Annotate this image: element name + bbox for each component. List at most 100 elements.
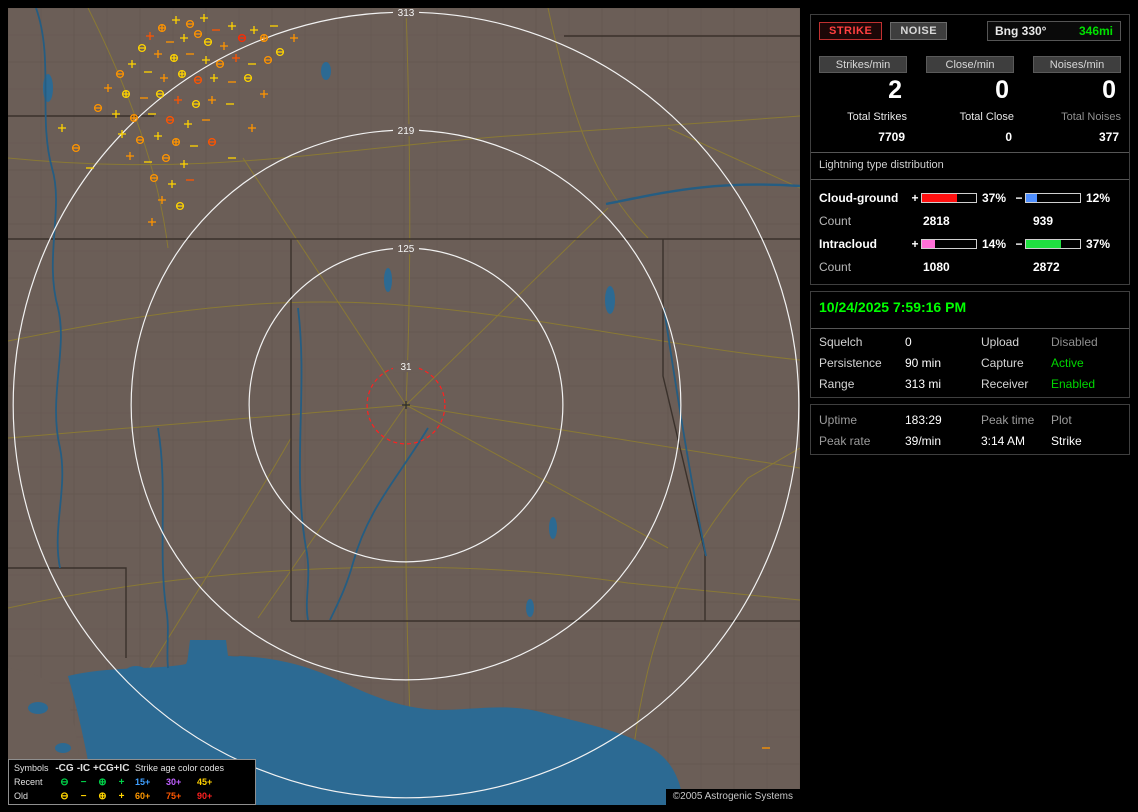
ic-positive-bar-fill: [922, 240, 935, 248]
age-code: 75+: [166, 791, 197, 801]
ic-positive-pct: 14%: [977, 237, 1013, 251]
legend-header-pic: +IC: [112, 763, 131, 774]
strike-marker-cplus: [173, 139, 180, 146]
strikes-per-min-button[interactable]: Strikes/min: [819, 56, 907, 73]
mode-row: STRIKE NOISE Bng 330° 346mi: [819, 21, 1121, 41]
close-column: Close/min 0 Total Close 0: [926, 56, 1014, 144]
plot-value: Strike: [1051, 434, 1121, 448]
legend-strike-symbol: ⊕: [93, 777, 112, 788]
cloud-ground-label: Cloud-ground: [819, 191, 909, 205]
capture-value: Active: [1051, 356, 1121, 370]
plus-sign: +: [909, 191, 921, 205]
strike-marker-cplus: [261, 35, 268, 42]
strike-mode-button[interactable]: STRIKE: [819, 22, 882, 40]
age-codes: 60+75+90+: [131, 791, 253, 801]
divider: [811, 179, 1129, 180]
cg-negative-bar-fill: [1026, 194, 1037, 202]
cg-positive-count: 2818: [909, 214, 1021, 228]
session-stats-panel: Uptime 183:29 Peak time Plot Peak rate 3…: [810, 404, 1130, 455]
legend-header-pcg: +CG: [93, 763, 112, 774]
bearing-box: Bng 330° 346mi: [987, 21, 1121, 41]
ic-negative-pct: 37%: [1081, 237, 1117, 251]
legend-header-row: Symbols -CG -IC +CG +IC Strike age color…: [11, 761, 253, 775]
cg-negative-count: 939: [1021, 214, 1053, 228]
upload-value: Disabled: [1051, 335, 1121, 349]
total-strikes-label: Total Strikes: [819, 111, 907, 123]
session-grid: Uptime 183:29 Peak time Plot Peak rate 3…: [819, 413, 1121, 448]
age-code: 60+: [135, 791, 166, 801]
strikes-per-min-value: 2: [819, 76, 907, 108]
cg-positive-pct: 37%: [977, 191, 1013, 205]
strike-marker-cplus: [171, 55, 178, 62]
legend-strike-symbol: ⊕: [93, 791, 112, 802]
uptime-value: 183:29: [905, 413, 981, 427]
cloud-ground-row: Cloud-ground + 37% − 12%: [819, 186, 1121, 210]
receiver-status-panel: 10/24/2025 7:59:16 PM Squelch 0 Upload D…: [810, 291, 1130, 398]
noises-per-min-button[interactable]: Noises/min: [1033, 56, 1121, 73]
divider: [811, 152, 1129, 153]
map-legend: Symbols -CG -IC +CG +IC Strike age color…: [8, 759, 256, 805]
strike-marker-cplus: [123, 91, 130, 98]
legend-row-old: Old⊖−⊕+60+75+90+: [11, 789, 253, 803]
total-strikes-value: 7709: [819, 130, 907, 144]
cg-positive-bar: [921, 193, 977, 203]
age-codes: 15+30+45+: [131, 777, 253, 787]
cg-negative-bar: [1025, 193, 1081, 203]
count-label: Count: [819, 260, 909, 274]
intracloud-label: Intracloud: [819, 237, 909, 251]
noise-mode-button[interactable]: NOISE: [890, 22, 947, 40]
age-code: 15+: [135, 777, 166, 787]
sidebar: STRIKE NOISE Bng 330° 346mi Strikes/min …: [810, 14, 1130, 461]
close-per-min-value: 0: [926, 76, 1014, 108]
uptime-label: Uptime: [819, 413, 905, 427]
cg-negative-pct: 12%: [1081, 191, 1117, 205]
intracloud-row: Intracloud + 14% − 37%: [819, 232, 1121, 256]
ic-negative-bar: [1025, 239, 1081, 249]
peak-rate-value: 39/min: [905, 434, 981, 448]
legend-header-ncg: -CG: [55, 763, 74, 774]
legend-header-symbols: Symbols: [11, 763, 55, 773]
bearing-label: Bng 330°: [995, 24, 1046, 38]
legend-age-title: Strike age color codes: [131, 763, 253, 773]
strike-marker-cplus: [131, 115, 138, 122]
persistence-value: 90 min: [905, 356, 981, 370]
ic-negative-count: 2872: [1021, 260, 1060, 274]
ring-label: 219: [398, 126, 415, 137]
count-label: Count: [819, 214, 909, 228]
ic-positive-count: 1080: [909, 260, 1021, 274]
legend-header-nic: -IC: [74, 763, 93, 774]
total-close-value: 0: [926, 130, 1014, 144]
total-noises-label: Total Noises: [1033, 111, 1121, 123]
bearing-value: 346mi: [1079, 24, 1113, 38]
copyright-text: ©2005 Astrogenic Systems: [666, 789, 800, 805]
close-per-min-button[interactable]: Close/min: [926, 56, 1014, 73]
rate-columns: Strikes/min 2 Total Strikes 7709 Close/m…: [819, 56, 1121, 144]
plus-sign: +: [909, 237, 921, 251]
total-close-label: Total Close: [926, 111, 1014, 123]
total-noises-value: 377: [1033, 130, 1121, 144]
noises-column: Noises/min 0 Total Noises 377: [1033, 56, 1121, 144]
squelch-label: Squelch: [819, 335, 905, 349]
lightning-map[interactable]: 31321912531 Symbols -CG -IC +CG +IC Stri…: [8, 8, 800, 805]
strike-stats-panel: STRIKE NOISE Bng 330° 346mi Strikes/min …: [810, 14, 1130, 285]
legend-strike-symbol: ⊖: [55, 791, 74, 802]
ring-label: 31: [400, 362, 412, 373]
range-label: Range: [819, 377, 905, 391]
cloud-ground-count-row: Count 2818 939: [819, 210, 1121, 232]
capture-label: Capture: [981, 356, 1051, 370]
age-code: 45+: [197, 777, 228, 787]
receiver-label: Receiver: [981, 377, 1051, 391]
ic-negative-bar-fill: [1026, 240, 1061, 248]
divider: [811, 328, 1129, 329]
intracloud-count-row: Count 1080 2872: [819, 256, 1121, 278]
strike-marker-cplus: [159, 25, 166, 32]
legend-strike-symbol: +: [112, 777, 131, 788]
range-value: 313 mi: [905, 377, 981, 391]
ring-label: 313: [398, 8, 415, 19]
status-grid: Squelch 0 Upload Disabled Persistence 90…: [819, 335, 1121, 391]
legend-row-label: Recent: [11, 777, 55, 787]
persistence-label: Persistence: [819, 356, 905, 370]
legend-strike-symbol: ⊖: [55, 777, 74, 788]
plot-label: Plot: [1051, 413, 1121, 427]
strikes-column: Strikes/min 2 Total Strikes 7709: [819, 56, 907, 144]
